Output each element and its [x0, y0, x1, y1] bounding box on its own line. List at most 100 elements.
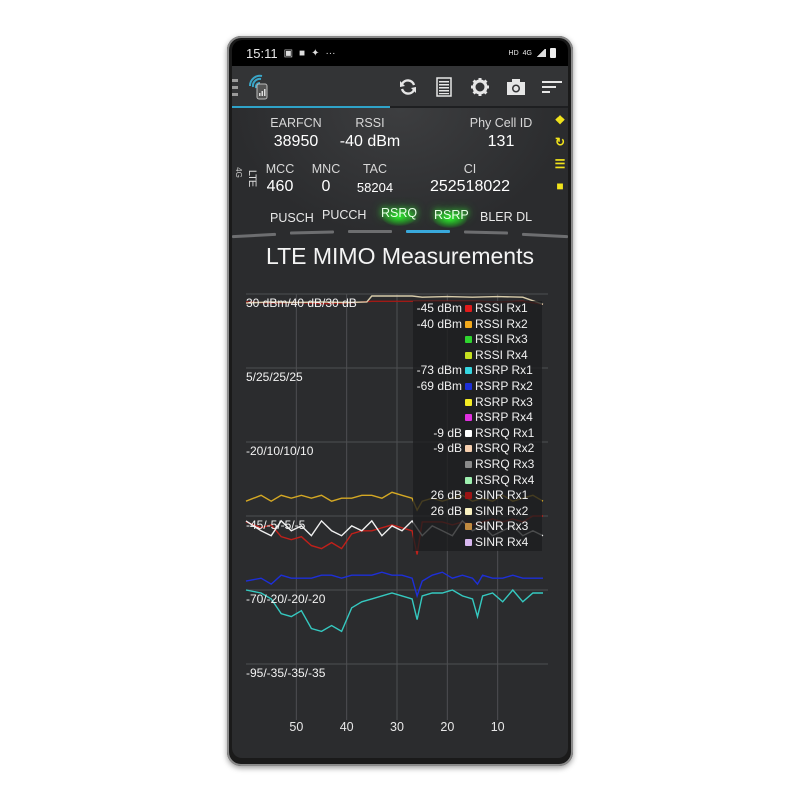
battery-icon: [550, 48, 556, 58]
cell-signal-app-icon: [248, 74, 270, 100]
legend-item: -45 dBm RSSI Rx1: [413, 301, 542, 317]
list-icon: [436, 77, 452, 97]
rssi-label: RSSI: [355, 116, 385, 130]
pci-value: 131: [487, 133, 515, 150]
legend-swatch: [465, 367, 472, 375]
refresh-icon[interactable]: ↻: [554, 136, 566, 148]
legend-label: RSSI Rx3: [475, 332, 528, 347]
legend-swatch: [465, 539, 472, 546]
legend-label: RSRP Rx1: [475, 363, 533, 378]
legend-item: RSRQ Rx3: [413, 457, 542, 473]
lock-icon[interactable]: ■: [554, 180, 566, 192]
chart-title: LTE MIMO Measurements: [266, 243, 534, 269]
legend-value: -9 dB: [433, 425, 462, 440]
x-tick-label: 50: [289, 720, 304, 734]
legend-item: RSRQ Rx4: [413, 473, 542, 489]
arc-segment-active: [406, 230, 450, 233]
chart-legend: -45 dBm RSSI Rx1 -40 dBm RSSI Rx2 RSSI Rx3 RS…: [413, 301, 542, 551]
mnc-label: MNC: [311, 162, 341, 176]
y-tick-label: 5/25/25/25: [246, 370, 303, 384]
more-dots-icon: ···: [325, 47, 336, 59]
legend-item: -73 dBm RSRP Rx1: [413, 363, 542, 379]
app-notification-icon: ✦: [311, 47, 320, 59]
legend-label: RSRQ Rx1: [475, 425, 535, 440]
legend-label: RSRP Rx4: [475, 410, 533, 425]
legend-label: SINR Rx4: [475, 535, 529, 549]
overflow-menu-button[interactable]: [542, 77, 562, 97]
tech-label: LTE: [246, 169, 259, 187]
legend-swatch: [465, 461, 472, 468]
legend-swatch: [465, 336, 472, 344]
app-toolbar: [232, 66, 568, 108]
legend-label: RSRQ Rx2: [475, 441, 535, 456]
refresh-button[interactable]: [398, 77, 418, 97]
hd-icon: HD: [508, 49, 519, 57]
overflow-menu-icon: [542, 81, 562, 93]
legend-value: -40 dBm: [416, 316, 462, 331]
arc-segment: [463, 230, 509, 235]
legend-swatch: [465, 507, 472, 515]
pci-label: Phy Cell ID: [469, 116, 533, 130]
arc-segment: [232, 232, 277, 239]
legend-item: 26 dB SINR Rx1: [413, 488, 542, 504]
tab-pucch[interactable]: PUCCH: [322, 208, 366, 222]
legend-label: RSRQ Rx3: [475, 457, 535, 471]
list-icon[interactable]: ☰: [554, 158, 566, 170]
x-tick-label: 20: [440, 720, 455, 734]
legend-value: 26 dB: [430, 503, 462, 518]
signal-icon: [536, 49, 546, 57]
status-time: 15:11: [246, 45, 278, 61]
gear-icon: [471, 78, 489, 96]
arc-segment: [348, 230, 392, 233]
legend-label: RSSI Rx2: [475, 316, 528, 331]
tac-label: TAC: [362, 162, 388, 176]
legend-item: -9 dB RSRQ Rx1: [413, 426, 542, 442]
legend-item: -9 dB RSRQ Rx2: [413, 441, 542, 457]
earfcn-label: EARFCN: [270, 116, 322, 130]
drawer-handle-icon[interactable]: [232, 78, 238, 96]
legend-swatch: [465, 476, 472, 484]
settings-button[interactable]: [470, 77, 490, 97]
legend-label: RSSI Rx4: [475, 347, 528, 362]
tab-rsrp[interactable]: RSRP: [434, 208, 469, 222]
status-bar: 15:11 ▣ ■ ✦ ··· HD 4G: [232, 40, 568, 66]
tab-pusch[interactable]: PUSCH: [270, 211, 314, 225]
legend-label: RSRQ Rx4: [475, 472, 535, 487]
legend-swatch: [465, 429, 472, 437]
legend-swatch: [465, 351, 472, 359]
tac-value: 58204: [356, 180, 394, 195]
y-tick-label: 30 dBm/40 dB/30 dB: [246, 296, 357, 310]
ci-value: 252518022: [429, 178, 511, 195]
legend-label: SINR Rx1: [475, 488, 529, 503]
legend-label: RSRP Rx3: [475, 394, 533, 409]
4g-data-icon: 4G: [522, 49, 532, 57]
refresh-icon: [400, 79, 416, 95]
camera-icon: [507, 79, 525, 95]
x-tick-label: 40: [339, 720, 354, 734]
signal-wave-icon[interactable]: ❖: [554, 114, 566, 126]
legend-item: -69 dBm RSRP Rx2: [413, 379, 542, 395]
legend-item: SINR Rx3: [413, 519, 542, 535]
legend-item: 26 dB SINR Rx2: [413, 504, 542, 520]
mcc-value: 460: [266, 178, 294, 195]
legend-item: RSSI Rx3: [413, 332, 542, 348]
tech-generation-label: 4G: [233, 167, 243, 178]
y-tick-label: -70/-20/-20/-20: [246, 592, 326, 606]
legend-value: -9 dB: [433, 441, 462, 456]
legend-label: RSSI Rx1: [475, 301, 528, 315]
rssi-value: -40 dBm: [339, 133, 401, 150]
legend-swatch: [465, 523, 472, 531]
y-tick-label: -20/10/10/10: [246, 444, 314, 458]
legend-value: 26 dB: [430, 488, 462, 503]
log-button[interactable]: [434, 77, 454, 97]
tab-rsrq[interactable]: RSRQ: [381, 206, 417, 220]
legend-item: -40 dBm RSSI Rx2: [413, 317, 542, 333]
legend-label: SINR Rx2: [475, 503, 529, 518]
mcc-label: MCC: [265, 162, 295, 176]
legend-label: SINR Rx3: [475, 519, 529, 534]
message-icon: ■: [299, 47, 306, 59]
legend-swatch: [465, 414, 472, 422]
tab-bler-dl[interactable]: BLER DL: [480, 210, 532, 224]
screenshot-button[interactable]: [506, 77, 526, 97]
legend-value: -45 dBm: [416, 301, 462, 315]
